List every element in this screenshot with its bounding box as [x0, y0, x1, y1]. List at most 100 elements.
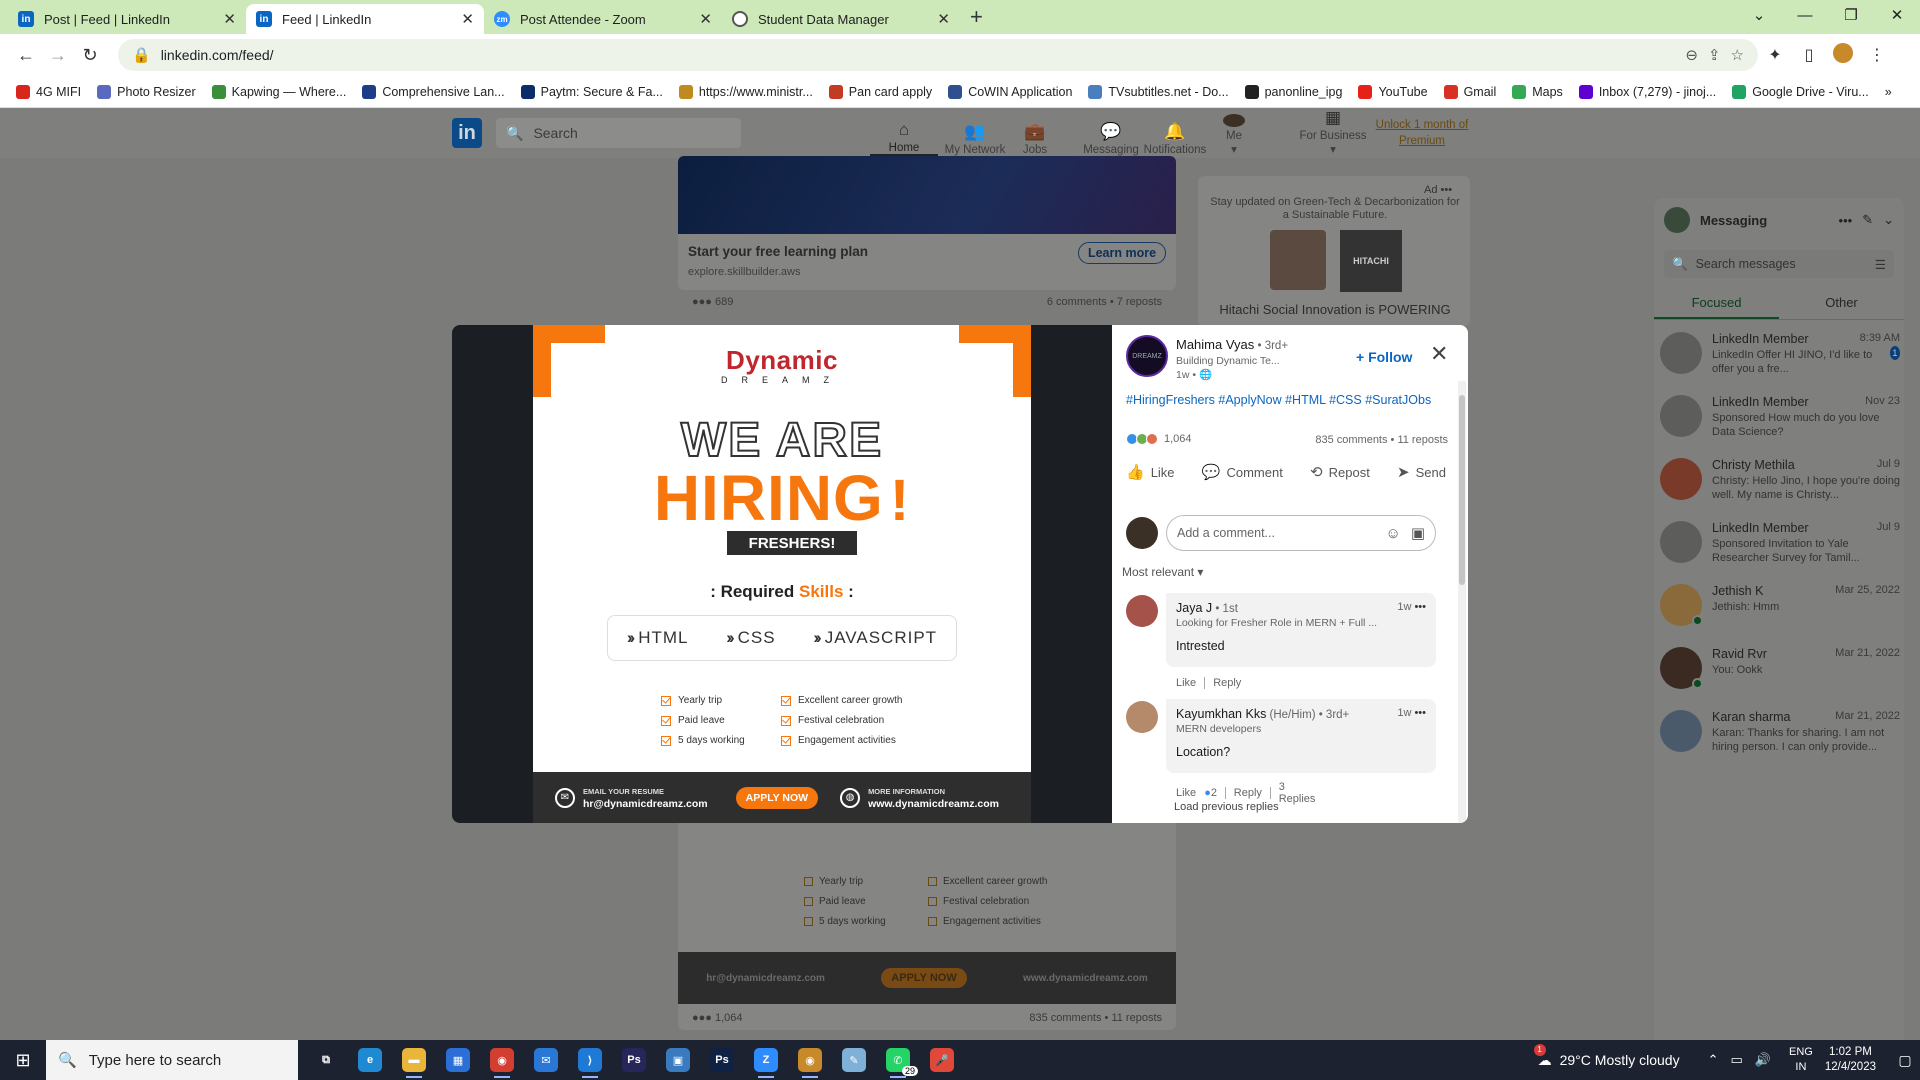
weather-widget[interactable]: ☁ 1 29°C Mostly cloudy	[1533, 1043, 1680, 1069]
chrome-profile-icon[interactable]: ◉	[788, 1040, 832, 1080]
taskbar-search[interactable]: 🔍 Type here to search	[46, 1040, 298, 1080]
store-icon[interactable]: ▦	[436, 1040, 480, 1080]
minimize-button[interactable]: —	[1782, 0, 1828, 30]
microphone-icon[interactable]: 🎤	[920, 1040, 964, 1080]
vscode-icon[interactable]: ⟩	[568, 1040, 612, 1080]
comment-button[interactable]: 💬 Comment	[1202, 463, 1283, 481]
tab-feed[interactable]: in Feed | LinkedIn ✕	[246, 4, 484, 34]
nav-me[interactable]: Me ▾	[1212, 114, 1256, 156]
conversation-item[interactable]: Karan sharma Mar 21, 2022 Karan: Thanks fo…	[1660, 710, 1900, 772]
search-messages-input[interactable]: 🔍 Search messages ☰	[1664, 250, 1894, 278]
volume-icon[interactable]: 🔊	[1755, 1052, 1771, 1068]
bookmark-item[interactable]: CoWIN Application	[940, 84, 1080, 99]
filter-icon[interactable]: ☰	[1875, 257, 1886, 272]
clock[interactable]: 1:02 PM 12/4/2023	[1825, 1045, 1876, 1075]
comment-like-count[interactable]: ●2	[1204, 787, 1217, 799]
tab-zoom[interactable]: zm Post Attendee - Zoom ✕	[484, 4, 722, 34]
reload-button[interactable]: ↻	[74, 45, 106, 66]
restore-button[interactable]: ❐	[1828, 0, 1874, 30]
new-tab-button[interactable]: +	[970, 4, 983, 30]
share-icon[interactable]: ⇪	[1708, 46, 1721, 64]
close-icon[interactable]: ✕	[937, 10, 950, 28]
bookmark-item[interactable]: Inbox (7,279) - jinoj...	[1571, 84, 1724, 99]
author-name[interactable]: Mahima Vyas • 3rd+	[1176, 337, 1288, 352]
comment-count-2[interactable]: 835 comments • 11 reposts	[1000, 1012, 1162, 1024]
conversation-item[interactable]: Ravid Rvr Mar 21, 2022 You: Ookk	[1660, 647, 1900, 709]
ad-caption[interactable]: Hitachi Social Innovation is POWERING	[1210, 302, 1460, 317]
nav-for-business[interactable]: ▦ For Business ▾	[1290, 109, 1376, 157]
conversation-item[interactable]: LinkedIn Member Nov 23 Sponsored How much …	[1660, 395, 1900, 457]
bookmark-item[interactable]: Maps	[1504, 84, 1571, 99]
repost-button[interactable]: ⟲ Repost	[1310, 463, 1370, 481]
bookmark-item[interactable]: panonline_ipg	[1237, 84, 1351, 99]
bookmark-item[interactable]: Paytm: Secure & Fa...	[513, 84, 671, 99]
comments-summary[interactable]: 835 comments • 11 reposts	[1262, 434, 1448, 446]
hiring-post-image[interactable]: Dynamic DREAMZ WE ARE HIRING! FRESHERS! …	[533, 325, 1031, 823]
notification-icon[interactable]: ▢	[1890, 1052, 1920, 1069]
whatsapp-icon[interactable]: ✆ 29	[876, 1040, 920, 1080]
commenter-name[interactable]: Kayumkhan Kks (He/Him) • 3rd+	[1176, 707, 1426, 721]
profile-avatar[interactable]	[1826, 42, 1860, 68]
comment-reply-button[interactable]: Reply	[1234, 787, 1262, 799]
premium-link[interactable]: Unlock 1 month of Premium	[1372, 117, 1472, 149]
bookmark-item[interactable]: Kapwing — Where...	[204, 84, 355, 99]
premiere-icon[interactable]: Ps	[612, 1040, 656, 1080]
conversation-item[interactable]: Christy Methila Jul 9 Christy: Hello Jino,…	[1660, 458, 1900, 520]
nav-jobs[interactable]: 💼 Jobs	[1010, 114, 1060, 157]
comment-like-button[interactable]: Like	[1176, 677, 1196, 689]
load-previous-replies[interactable]: Load previous replies	[1174, 801, 1279, 813]
bookmark-item[interactable]: https://www.ministr...	[671, 84, 821, 99]
tab-post-feed[interactable]: in Post | Feed | LinkedIn ✕	[8, 4, 246, 34]
bookmark-item[interactable]: Pan card apply	[821, 84, 940, 99]
follow-button[interactable]: + Follow	[1356, 349, 1412, 365]
bookmarks-overflow-icon[interactable]: »	[1877, 85, 1900, 99]
comment-count[interactable]: 6 comments • 7 reposts	[1000, 296, 1162, 308]
learn-more-button[interactable]: Learn more	[1078, 242, 1166, 264]
extensions-icon[interactable]: ✦	[1758, 45, 1792, 65]
avatar[interactable]	[1126, 701, 1158, 733]
compose-icon[interactable]: ✎	[1862, 212, 1873, 228]
language-indicator[interactable]: ENG IN	[1789, 1045, 1813, 1075]
messaging-header[interactable]: Messaging ••• ✎ ⌄	[1654, 198, 1904, 242]
post-banner-image[interactable]	[678, 156, 1176, 234]
side-panel-icon[interactable]: ▯	[1792, 45, 1826, 65]
bookmark-item[interactable]: 4G MIFI	[8, 84, 89, 99]
task-view-icon[interactable]: ⧉	[304, 1040, 348, 1080]
close-icon[interactable]: ✕	[699, 10, 712, 28]
nav-messaging[interactable]: 💬 Messaging	[1080, 114, 1142, 157]
mail-icon[interactable]: ✉	[524, 1040, 568, 1080]
conversation-item[interactable]: Jethish K Mar 25, 2022 Jethish: Hmm	[1660, 584, 1900, 646]
reaction-count[interactable]: ●●● 689	[692, 296, 733, 308]
more-icon[interactable]: •••	[1411, 601, 1426, 613]
more-icon[interactable]: •••	[1411, 707, 1426, 719]
back-button[interactable]: ←	[10, 45, 42, 66]
linkedin-logo[interactable]: in	[452, 118, 482, 148]
chevron-down-icon[interactable]: ⌄	[1883, 212, 1894, 228]
chrome-icon[interactable]: ◉	[480, 1040, 524, 1080]
close-window-button[interactable]: ✕	[1874, 0, 1920, 30]
zoom-icon[interactable]: ⊖	[1685, 46, 1698, 64]
zoom-icon[interactable]: Z	[744, 1040, 788, 1080]
file-explorer-icon[interactable]: ▬	[392, 1040, 436, 1080]
reactions-summary[interactable]: 1,064	[1126, 433, 1192, 445]
linkedin-search[interactable]: 🔍 Search	[496, 118, 741, 148]
close-icon[interactable]: ✕	[461, 10, 474, 28]
conversation-item[interactable]: LinkedIn Member Jul 9 Sponsored Invitation…	[1660, 521, 1900, 583]
nav-my-network[interactable]: 👥 My Network	[940, 114, 1010, 157]
avatar[interactable]	[1126, 595, 1158, 627]
photoshop-icon[interactable]: Ps	[700, 1040, 744, 1080]
reaction-count-2[interactable]: ●●● 1,064	[692, 1012, 743, 1024]
more-icon[interactable]: •••	[1839, 213, 1853, 228]
commenter-name[interactable]: Jaya J • 1st	[1176, 601, 1426, 615]
lock-icon[interactable]: 🔒	[132, 46, 151, 64]
bookmark-item[interactable]: YouTube	[1350, 84, 1435, 99]
scrollbar-thumb[interactable]	[1459, 395, 1465, 585]
comment-input[interactable]: Add a comment... ☺ ▣	[1166, 515, 1436, 551]
send-button[interactable]: ➤ Send	[1397, 463, 1446, 481]
network-icon[interactable]: ▭	[1731, 1052, 1743, 1068]
close-icon[interactable]: ✕	[1430, 341, 1448, 367]
bookmark-star-icon[interactable]: ☆	[1731, 46, 1744, 64]
post-link-title[interactable]: Start your free learning plan	[688, 244, 868, 259]
conversation-item[interactable]: LinkedIn Member 8:39 AM LinkedIn Offer HI …	[1660, 332, 1900, 394]
sort-dropdown[interactable]: Most relevant ▾	[1122, 565, 1203, 579]
